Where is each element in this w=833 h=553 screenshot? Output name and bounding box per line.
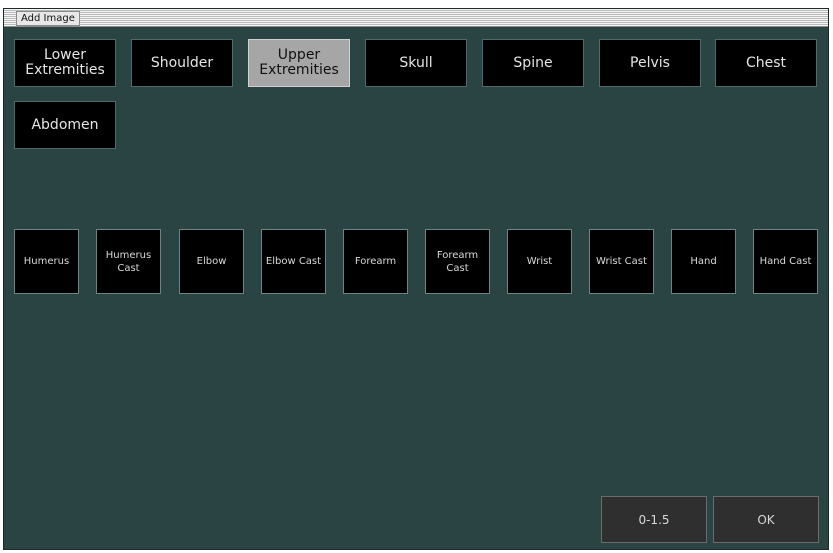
category-lower-extremities-button[interactable]: Lower Extremities — [14, 39, 116, 87]
sub-wrist-cast-button[interactable]: Wrist Cast — [589, 229, 654, 294]
range-button[interactable]: 0-1.5 — [601, 496, 707, 543]
title-bar[interactable]: Add Image — [4, 9, 828, 27]
category-pelvis-button[interactable]: Pelvis — [599, 39, 701, 87]
sub-humerus-button[interactable]: Humerus — [14, 229, 79, 294]
sub-elbow-button[interactable]: Elbow — [179, 229, 244, 294]
window-title: Add Image — [16, 11, 80, 26]
sub-hand-cast-button[interactable]: Hand Cast — [753, 229, 818, 294]
add-image-window: Add Image Lower Extremities Shoulder Upp… — [3, 8, 829, 550]
ok-button[interactable]: OK — [713, 496, 819, 543]
sub-hand-button[interactable]: Hand — [671, 229, 736, 294]
sub-forearm-cast-button[interactable]: Forearm Cast — [425, 229, 490, 294]
sub-forearm-button[interactable]: Forearm — [343, 229, 408, 294]
category-spine-button[interactable]: Spine — [482, 39, 584, 87]
sub-elbow-cast-button[interactable]: Elbow Cast — [261, 229, 326, 294]
category-skull-button[interactable]: Skull — [365, 39, 467, 87]
category-abdomen-button[interactable]: Abdomen — [14, 101, 116, 149]
sub-wrist-button[interactable]: Wrist — [507, 229, 572, 294]
category-chest-button[interactable]: Chest — [715, 39, 817, 87]
sub-humerus-cast-button[interactable]: Humerus Cast — [96, 229, 161, 294]
category-upper-extremities-button[interactable]: Upper Extremities — [248, 39, 350, 87]
category-shoulder-button[interactable]: Shoulder — [131, 39, 233, 87]
